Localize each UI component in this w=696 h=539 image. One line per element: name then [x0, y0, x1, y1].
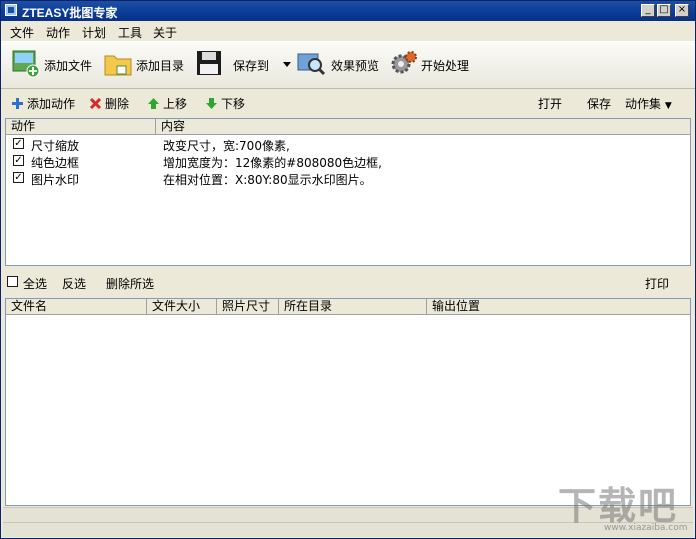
column-header-photo-size[interactable]: 照片尺寸: [217, 299, 279, 314]
add-action-button[interactable]: 添加动作: [11, 95, 75, 112]
menu-about[interactable]: 关于: [153, 24, 177, 41]
action-table: 动作 内容 ✓ 尺寸缩放 改变尺寸，宽:700像素, ✓ 纯色边框 增加宽度为：…: [5, 118, 691, 266]
plus-icon: [12, 98, 23, 109]
move-down-button[interactable]: 下移: [205, 95, 245, 112]
menu-bar: 文件 动作 计划 工具 关于: [1, 21, 695, 41]
chevron-down-icon: ▼: [664, 101, 672, 111]
save-to-label: 保存到: [233, 59, 270, 73]
watermark: 下载吧 www.xiazaiba.com: [554, 471, 694, 537]
column-header-action[interactable]: 动作: [6, 119, 156, 134]
maximize-button[interactable]: □: [657, 4, 671, 17]
move-up-label: 上移: [163, 97, 188, 111]
column-header-output[interactable]: 输出位置: [427, 299, 690, 314]
delete-selected-button[interactable]: 删除所选: [106, 275, 154, 292]
gears-icon: [391, 51, 417, 74]
action-toolbar: 添加动作 删除 上移 下移 打开 保存 动作集 ▼: [1, 89, 695, 115]
add-file-icon: [12, 50, 40, 78]
row-checkbox[interactable]: ✓: [13, 138, 24, 149]
file-table-header: 文件名 文件大小 照片尺寸 所在目录 输出位置: [6, 299, 690, 315]
action-name: 图片水印: [31, 173, 80, 187]
watermark-url: www.xiazaiba.com: [604, 523, 688, 533]
preview-label: 效果预览: [331, 59, 380, 73]
app-icon[interactable]: [5, 4, 17, 16]
arrow-down-icon: [206, 98, 217, 109]
menu-plan[interactable]: 计划: [82, 24, 106, 41]
preview-button[interactable]: 效果预览: [296, 48, 386, 80]
action-name: 纯色边框: [31, 156, 80, 170]
row-checkbox[interactable]: ✓: [13, 155, 24, 166]
menu-file[interactable]: 文件: [10, 24, 34, 41]
action-name: 尺寸缩放: [31, 139, 80, 153]
column-header-filesize[interactable]: 文件大小: [147, 299, 217, 314]
menu-tools[interactable]: 工具: [118, 24, 142, 41]
delete-action-label: 删除: [105, 97, 130, 111]
add-action-label: 添加动作: [27, 97, 76, 111]
column-header-directory[interactable]: 所在目录: [279, 299, 427, 314]
table-row[interactable]: ✓ 图片水印 在相对位置：X:80Y:80显示水印图片。: [6, 170, 690, 187]
floppy-disk-icon: [197, 51, 221, 75]
select-all-label[interactable]: 全选: [23, 275, 47, 292]
menu-action[interactable]: 动作: [46, 24, 70, 41]
column-header-content[interactable]: 内容: [156, 119, 690, 134]
window-title: ZTEASY批图专家: [22, 6, 118, 20]
action-content: 改变尺寸，宽:700像素,: [163, 139, 290, 153]
open-button[interactable]: 打开: [538, 95, 562, 112]
row-checkbox[interactable]: ✓: [13, 172, 24, 183]
delete-x-icon: [89, 97, 102, 110]
close-button[interactable]: ×: [675, 4, 689, 17]
add-dir-button[interactable]: 添加目录: [103, 48, 188, 80]
table-row[interactable]: ✓ 尺寸缩放 改变尺寸，宽:700像素,: [6, 136, 690, 153]
delete-action-button[interactable]: 删除: [89, 95, 129, 112]
select-all-checkbox[interactable]: [7, 276, 18, 287]
action-content: 增加宽度为：12像素的#808080色边框,: [163, 156, 382, 170]
start-processing-button[interactable]: 开始处理: [389, 48, 479, 80]
add-file-button[interactable]: 添加文件: [11, 48, 96, 80]
column-header-filename[interactable]: 文件名: [6, 299, 147, 314]
save-button[interactable]: 保存: [587, 95, 611, 112]
action-table-header: 动作 内容: [6, 119, 690, 135]
app-window: ZTEASY批图专家 _ □ × 文件 动作 计划 工具 关于 添加文件 添加目…: [0, 0, 696, 539]
action-set-button[interactable]: 动作集 ▼: [625, 95, 672, 112]
move-down-label: 下移: [221, 97, 246, 111]
add-file-label: 添加文件: [44, 59, 93, 73]
start-processing-label: 开始处理: [421, 59, 470, 73]
action-set-label: 动作集: [625, 97, 662, 111]
save-to-button[interactable]: 保存到: [194, 48, 274, 80]
minimize-button[interactable]: _: [641, 4, 655, 17]
print-button[interactable]: 打印: [645, 275, 669, 292]
save-to-dropdown-icon[interactable]: [283, 62, 291, 67]
preview-icon: [297, 53, 326, 76]
arrow-up-icon: [148, 98, 159, 109]
add-dir-label: 添加目录: [136, 59, 185, 73]
table-row[interactable]: ✓ 纯色边框 增加宽度为：12像素的#808080色边框,: [6, 153, 690, 170]
action-content: 在相对位置：X:80Y:80显示水印图片。: [163, 173, 372, 187]
selection-bar: 全选 反选 删除所选 打印: [1, 269, 695, 295]
title-bar: ZTEASY批图专家 _ □ ×: [1, 1, 695, 21]
invert-selection-button[interactable]: 反选: [62, 275, 86, 292]
main-toolbar: 添加文件 添加目录 保存到 效果预览 开始处理: [1, 41, 695, 89]
watermark-brand: 下载吧: [558, 484, 679, 528]
folder-icon: [104, 55, 132, 76]
move-up-button[interactable]: 上移: [147, 95, 187, 112]
